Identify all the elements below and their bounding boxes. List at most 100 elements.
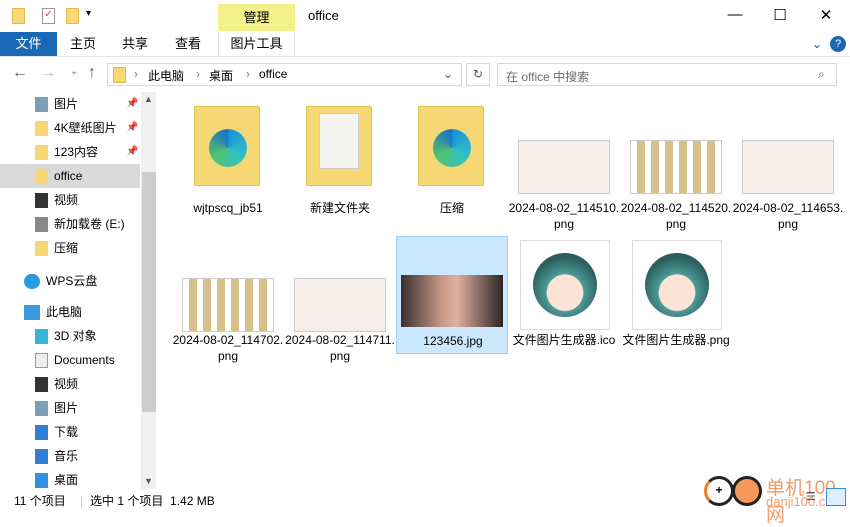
scroll-up-icon[interactable]: ▲ [144, 94, 153, 104]
sidebar-item[interactable]: 音乐 [0, 444, 140, 468]
file-item[interactable]: 2024-08-02_114653.png [732, 100, 844, 231]
customize-toolbar-dropdown[interactable]: ▾ [86, 8, 91, 19]
large-icons-view-button[interactable] [826, 488, 846, 506]
sidebar-item-label: 4K壁纸图片 [54, 121, 117, 135]
new-folder-icon[interactable] [66, 8, 79, 24]
file-item[interactable]: 123456.jpg [396, 236, 508, 354]
up-button[interactable]: ↑ [88, 64, 96, 82]
video-icon [35, 193, 48, 208]
cloud-icon [24, 274, 40, 289]
pin-icon[interactable]: 📌 [126, 92, 138, 116]
help-button[interactable]: ? [830, 36, 846, 52]
file-item[interactable]: 新建文件夹 [284, 100, 396, 230]
sidebar-item[interactable]: 此电脑 [0, 300, 140, 324]
music-icon [35, 449, 48, 464]
file-item[interactable]: 文件图片生成器.ico [508, 236, 620, 354]
sidebar-scrollbar[interactable]: ▲ ▼ [141, 92, 156, 489]
folder-icon [306, 106, 372, 186]
file-item[interactable]: 2024-08-02_114702.png [172, 236, 284, 363]
tab-picture-tools[interactable]: 图片工具 [218, 32, 295, 56]
pictures-icon [35, 401, 48, 416]
screenshot-thumbnail [294, 278, 386, 332]
file-name: wjtpscq_jb51 [193, 201, 263, 215]
forward-button[interactable]: → [40, 64, 56, 82]
screenshot-thumbnail [630, 140, 722, 194]
breadcrumb-office[interactable]: office [259, 67, 287, 81]
folder-icon [35, 241, 48, 256]
folder-icon [35, 121, 48, 136]
sidebar-item[interactable]: 3D 对象 [0, 324, 140, 348]
file-item[interactable]: 压缩 [396, 100, 508, 230]
sidebar-item[interactable]: 4K壁纸图片 📌 [0, 116, 140, 140]
sidebar-item[interactable]: 视频 [0, 372, 140, 396]
breadcrumb-desktop[interactable]: 桌面 [209, 67, 233, 84]
file-item[interactable]: 2024-08-02_114520.png [620, 100, 732, 231]
item-count: 11 个项目 [14, 494, 66, 508]
properties-icon[interactable]: ✓ [42, 8, 55, 24]
minimize-button[interactable]: — [712, 6, 758, 23]
sidebar-item[interactable]: 压缩 [0, 236, 140, 260]
address-dropdown[interactable]: ⌄ [443, 67, 453, 81]
screenshot-thumbnail [518, 140, 610, 194]
drive-icon [35, 217, 48, 232]
file-item[interactable]: 2024-08-02_114510.png [508, 100, 620, 231]
sidebar-item[interactable]: 新加载卷 (E:) [0, 212, 140, 236]
sidebar-item-label: 图片 [54, 97, 79, 111]
file-item[interactable]: 文件图片生成器.png [620, 236, 732, 354]
file-name: 文件图片生成器.png [622, 333, 730, 347]
tab-view[interactable]: 查看 [165, 32, 211, 56]
tab-home[interactable]: 主页 [60, 32, 106, 56]
ribbon: 文件 主页 共享 查看 图片工具 ⌄ ? [0, 32, 850, 57]
folder-icon [35, 145, 48, 160]
search-input[interactable]: 在 office 中搜索 [497, 63, 837, 86]
tab-file[interactable]: 文件 [0, 32, 57, 56]
navigation-pane: 图片 📌 4K壁纸图片 📌 123内容 📌 office 视频 新加载卷 (E:) 压缩 WPS云盘… [0, 92, 156, 490]
pin-icon[interactable]: 📌 [126, 116, 138, 140]
sidebar-item-label: 下载 [54, 425, 79, 439]
sidebar-item-label: 图片 [54, 401, 79, 415]
screenshot-thumbnail [742, 140, 834, 194]
sidebar-item[interactable]: 图片 [0, 396, 140, 420]
sidebar-item[interactable]: WPS云盘 [0, 269, 140, 293]
pin-icon[interactable]: 📌 [126, 140, 138, 164]
maximize-button[interactable]: ☐ [757, 6, 803, 24]
folder-icon [113, 67, 126, 83]
file-item[interactable]: wjtpscq_jb51 [172, 100, 284, 230]
sidebar-item[interactable]: 下载 [0, 420, 140, 444]
sidebar-item[interactable]: Documents [0, 348, 140, 372]
scroll-down-icon[interactable]: ▼ [144, 476, 153, 486]
file-item[interactable]: 2024-08-02_114711.png [284, 236, 396, 363]
watermark-logo: + [704, 474, 764, 508]
sidebar-item[interactable]: 桌面 [0, 468, 140, 492]
folder-icon [418, 106, 484, 186]
refresh-button[interactable]: ↻ [466, 63, 490, 86]
sidebar-item-label: 123内容 [54, 145, 99, 159]
sidebar-item[interactable]: 视频 [0, 188, 140, 212]
breadcrumb-this-pc[interactable]: 此电脑 [148, 67, 184, 84]
photo-thumbnail [401, 275, 503, 327]
file-name: 新建文件夹 [309, 201, 370, 215]
edge-icon [209, 129, 247, 167]
tab-share[interactable]: 共享 [112, 32, 158, 56]
scrollbar-thumb[interactable] [142, 172, 156, 412]
file-name: 2024-08-02_114711.png [285, 333, 395, 363]
edge-icon [433, 129, 471, 167]
collapse-ribbon-button[interactable]: ⌄ [810, 32, 824, 56]
sidebar-item[interactable]: 图片 📌 [0, 92, 140, 116]
details-view-button[interactable]: ☰ [806, 490, 816, 503]
sidebar-item[interactable]: office [0, 164, 140, 188]
folder-icon [194, 106, 260, 186]
title-bar: ✓ ▾ 管理 office — ☐ ✕ [0, 0, 850, 32]
sidebar-item-label: 压缩 [54, 241, 79, 255]
recent-locations-button[interactable]: ⌄ [70, 66, 78, 77]
back-button[interactable]: ← [12, 64, 28, 82]
sidebar-item-label: 桌面 [54, 473, 79, 487]
sidebar-item-label: 视频 [54, 377, 79, 391]
tab-manage[interactable]: 管理 [218, 4, 295, 31]
character-face [533, 253, 597, 317]
file-name: 2024-08-02_114702.png [172, 333, 284, 363]
address-bar[interactable]: › 此电脑 › 桌面 › office ⌄ [107, 63, 462, 86]
folder-icon [35, 169, 48, 184]
sidebar-item[interactable]: 123内容 📌 [0, 140, 140, 164]
close-button[interactable]: ✕ [803, 6, 849, 24]
